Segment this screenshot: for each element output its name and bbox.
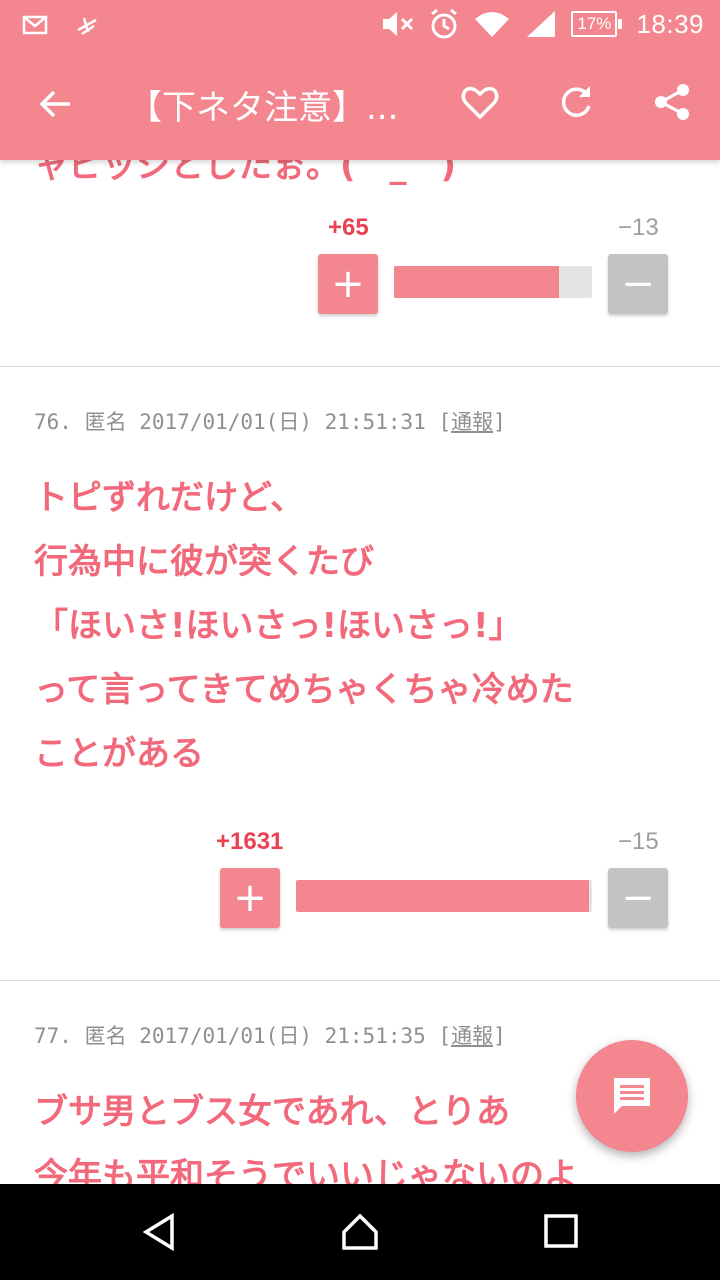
clock: 18:39 <box>636 8 704 39</box>
back-button[interactable] <box>38 86 74 126</box>
wifi-icon <box>475 12 510 37</box>
plus-label: + <box>233 875 267 921</box>
post-author: 匿名 <box>84 1024 127 1048</box>
comment-button[interactable] <box>576 1040 688 1152</box>
post-author: 匿名 <box>84 410 127 434</box>
heart-icon <box>461 86 499 120</box>
post-meta: 76. 匿名 2017/01/01(日) 21:51:31 [通報] <box>34 406 506 436</box>
back-arrow-icon <box>39 90 70 118</box>
post-date: 2017/01/01(日) <box>139 410 312 434</box>
report-bracket-open: [ <box>438 410 452 434</box>
minus-label: − <box>621 261 655 307</box>
battery-level: 17% <box>571 11 618 37</box>
battery-icon: 17% <box>571 11 623 37</box>
post-meta: 77. 匿名 2017/01/01(日) 21:51:35 [通報] <box>34 1020 506 1050</box>
minus-button[interactable]: − <box>608 868 668 928</box>
refresh-button[interactable] <box>556 82 596 126</box>
share-button[interactable] <box>652 82 692 126</box>
alarm-icon <box>431 8 458 39</box>
vote-ratio-fill <box>394 266 559 298</box>
divider <box>0 366 720 367</box>
recents-icon <box>544 1214 578 1248</box>
airplane-mode-icon <box>77 17 97 36</box>
back-triangle-icon <box>142 1212 174 1252</box>
report-link[interactable]: 通報 <box>451 1024 493 1048</box>
mute-icon <box>383 12 414 36</box>
post-time: 21:51:35 <box>324 1024 426 1048</box>
favorite-button[interactable] <box>460 82 500 126</box>
vote-ratio-bar <box>296 880 592 912</box>
vote-row: +1631 −15 + − <box>0 824 720 934</box>
minus-count: −15 <box>618 828 659 855</box>
status-bar: 17% 18:39 <box>0 0 720 52</box>
post-date: 2017/01/01(日) <box>139 1024 312 1048</box>
comment-icon <box>614 1078 650 1114</box>
plus-button[interactable]: + <box>220 868 280 928</box>
nav-back-button[interactable] <box>140 1212 180 1256</box>
app-bar: 【下ネタ注意】... <box>0 52 720 160</box>
navigation-bar <box>0 1184 720 1280</box>
report-bracket-close: ] <box>493 410 506 434</box>
post-body: トピずれだけど、 行為中に彼が突くたび 「ほいさ!ほいさっ!ほいさっ!」 って言… <box>34 478 574 774</box>
minus-button[interactable]: − <box>608 254 668 314</box>
signal-icon <box>527 11 556 37</box>
mail-icon <box>22 15 48 35</box>
share-icon <box>655 84 689 120</box>
minus-label: − <box>621 875 655 921</box>
minus-count: −13 <box>618 214 659 241</box>
plus-count: +1631 <box>216 828 284 855</box>
home-icon <box>342 1213 378 1250</box>
report-link[interactable]: 通報 <box>451 410 493 434</box>
nav-home-button[interactable] <box>340 1212 380 1256</box>
vote-row: +65 −13 + − <box>0 210 720 320</box>
post-number: 76. <box>34 410 72 434</box>
vote-ratio-fill <box>296 880 590 912</box>
plus-label: + <box>331 261 365 307</box>
post-number: 77. <box>34 1024 72 1048</box>
nav-recents-button[interactable] <box>542 1212 582 1256</box>
comment-list: ャビッシとしたぉ。(゜_゜) +65 −13 + − 76. 匿名 2017/0… <box>0 160 720 1184</box>
post-time: 21:51:31 <box>324 410 426 434</box>
report-bracket-open: [ <box>438 1024 452 1048</box>
page-title: 【下ネタ注意】... <box>128 88 399 128</box>
refresh-icon <box>561 86 591 117</box>
plus-count: +65 <box>328 214 369 241</box>
divider <box>0 980 720 981</box>
vote-ratio-bar <box>394 266 592 298</box>
plus-button[interactable]: + <box>318 254 378 314</box>
report-bracket-close: ] <box>493 1024 506 1048</box>
post-body: ャビッシとしたぉ。(゜_゜) <box>34 160 457 186</box>
